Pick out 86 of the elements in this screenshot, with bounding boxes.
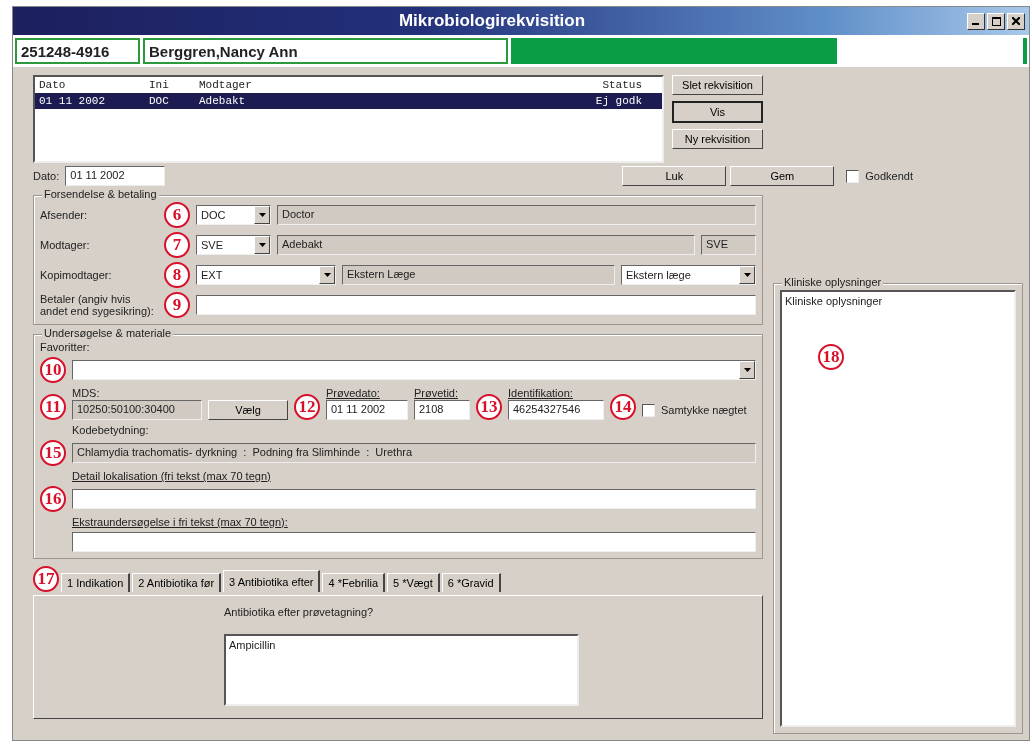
callout-number: 7 — [164, 232, 190, 258]
field-label: Prøvedato: — [326, 387, 381, 399]
column-header: Modtager — [199, 79, 253, 91]
identification-field[interactable]: 46254327546 — [508, 400, 604, 420]
callout-number: 8 — [164, 262, 190, 288]
description-field: Ekstern Læge — [342, 265, 615, 285]
text-area-content: Kliniske oplysninger — [785, 295, 883, 307]
field-label: Detail lokalisation (fri tekst (max 70 tegn) — [71, 470, 272, 482]
field-label: Betaler (angiv hvis andet end sygesikring): — [40, 293, 155, 317]
maximize-button[interactable] — [987, 12, 1005, 30]
dropdown-arrow-icon — [743, 273, 751, 277]
callout-number: 6 — [164, 202, 190, 228]
dropdown[interactable]: Ekstern læge — [621, 265, 756, 285]
side-button[interactable]: Slet rekvisition — [672, 75, 763, 95]
input-field[interactable] — [72, 489, 756, 509]
input-field[interactable] — [196, 295, 756, 315]
callout-number: 15 — [40, 440, 66, 466]
callout-number: 9 — [164, 292, 190, 318]
callout-number: 10 — [40, 357, 66, 383]
dropdown-arrow-icon — [258, 213, 266, 217]
field-label: Afsender: — [40, 209, 89, 221]
callout-number: 11 — [40, 394, 66, 420]
field-label: MDS: — [72, 387, 101, 399]
callout-number: 12 — [294, 394, 320, 420]
checkbox-label: Godkendt — [865, 170, 913, 182]
field-label: Modtager: — [40, 239, 91, 251]
field-label: Ekstraundersøgelse i fri tekst (max 70 tegn): — [71, 516, 289, 528]
patient-name-field: Berggren,Nancy Ann — [143, 38, 508, 64]
tab[interactable]: 2 Antibiotika før — [132, 573, 222, 592]
group-title: Undersøgelse & materiale — [42, 327, 174, 339]
tab[interactable]: 5 *Vægt — [387, 573, 440, 592]
tab[interactable]: 4 *Febrilia — [322, 573, 385, 592]
field-label: Kopimodtager: — [40, 269, 113, 281]
dropdown[interactable]: DOC — [196, 205, 271, 225]
column-header: Dato — [39, 79, 67, 91]
action-button[interactable]: Gem — [730, 166, 835, 186]
text-area[interactable]: Kliniske oplysninger 18 — [780, 290, 1016, 727]
choose-button[interactable]: Vælg — [208, 400, 288, 420]
maximize-icon — [991, 16, 1001, 26]
code-field: SVE — [701, 235, 756, 255]
dropdown[interactable]: EXT — [196, 265, 336, 285]
callout-number: 18 — [818, 344, 844, 370]
dropdown[interactable] — [72, 360, 756, 380]
mds-field: 10250:50100:30400 — [72, 400, 202, 420]
dropdown[interactable]: SVE — [196, 235, 271, 255]
dropdown-arrow-icon — [323, 273, 331, 277]
date-field[interactable]: 01 11 2002 — [326, 400, 408, 420]
group-title: Kliniske oplysninger — [782, 276, 884, 288]
checkbox[interactable] — [642, 403, 655, 417]
column-header: Status — [601, 79, 643, 91]
close-icon — [1012, 17, 1020, 25]
callout-number: 16 — [40, 486, 66, 512]
side-button[interactable]: Ny rekvisition — [672, 129, 763, 149]
field-label: Prøvetid: — [414, 387, 459, 399]
window-title: Mikrobiologirekvisition — [397, 11, 587, 31]
field-label: Dato: — [33, 170, 60, 182]
date-field[interactable]: 01 11 2002 — [65, 166, 166, 186]
callout-number: 14 — [610, 394, 636, 420]
field-label: Favoritter: — [40, 341, 91, 353]
tab[interactable]: 3 Antibiotika efter — [223, 570, 321, 592]
group-title: Forsendelse & betaling — [42, 188, 159, 200]
list-row[interactable]: 01 11 2002 DOC Adebakt Ej godk — [35, 93, 662, 109]
answer-box[interactable]: Ampicillin — [224, 634, 579, 706]
field-label: Kodebetydning: — [71, 424, 150, 436]
column-header: Ini — [149, 79, 170, 91]
action-button[interactable]: Luk — [622, 166, 727, 186]
minimize-button[interactable] — [967, 12, 985, 30]
checkbox-label: Samtykke nægtet — [661, 404, 747, 416]
close-button[interactable] — [1007, 12, 1025, 30]
tab[interactable]: 1 Indikation — [61, 573, 131, 592]
input-field[interactable] — [72, 532, 756, 552]
callout-number: 13 — [476, 394, 502, 420]
description-field: Doctor — [277, 205, 756, 225]
code-meaning-field: Chlamydia trachomatis- dyrkning : Podning fra Slimhinde : Urethra — [72, 443, 756, 463]
dropdown-arrow-icon — [743, 368, 751, 372]
field-label: Identifikation: — [508, 387, 574, 399]
checkbox[interactable] — [846, 169, 860, 183]
requisition-list[interactable]: Dato Ini Modtager Status 01 11 2002 DOC Adebakt Ej godk — [33, 75, 664, 163]
side-button[interactable]: Vis — [672, 101, 763, 123]
description-field: Adebakt — [277, 235, 695, 255]
cpr-field: 251248-4916 — [15, 38, 140, 64]
time-field[interactable]: 2108 — [414, 400, 470, 420]
question-text: Antibiotika efter prøvetagning? — [224, 606, 375, 618]
callout-number: 17 — [33, 566, 59, 592]
tab[interactable]: 6 *Gravid — [441, 573, 501, 592]
dropdown-arrow-icon — [258, 243, 266, 247]
